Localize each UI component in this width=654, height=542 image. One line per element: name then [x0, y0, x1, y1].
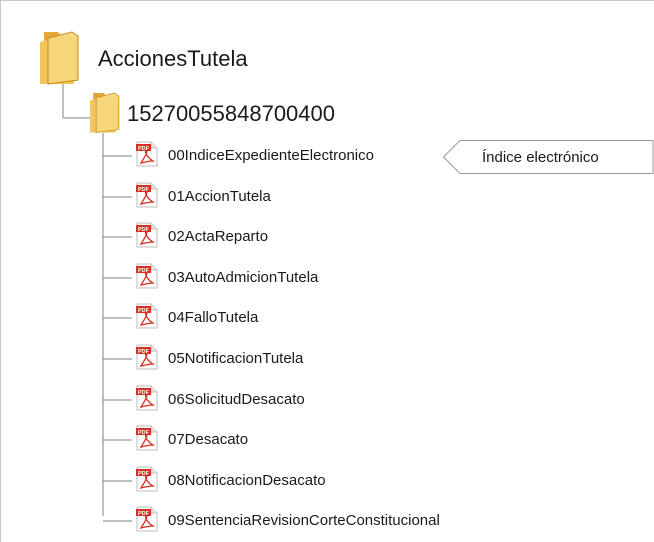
pdf-badge: PDF — [138, 430, 150, 436]
file-label[interactable]: 06SolicitudDesacato — [168, 392, 305, 407]
pdf-icon: PDF — [136, 222, 158, 248]
pdf-badge: PDF — [138, 511, 150, 517]
pdf-badge: PDF — [138, 349, 150, 355]
pdf-badge: PDF — [138, 227, 150, 233]
pdf-icon: PDF — [136, 385, 158, 411]
file-label[interactable]: 09SentenciaRevisionCorteConstitucional — [168, 513, 440, 528]
subfolder-label[interactable]: 15270055848700400 — [127, 103, 335, 125]
file-label[interactable]: 04FalloTutela — [168, 310, 258, 325]
pdf-badge: PDF — [138, 187, 150, 193]
pdf-badge: PDF — [138, 146, 150, 152]
file-label[interactable]: 08NotificacionDesacato — [168, 473, 326, 488]
file-label[interactable]: 05NotificacionTutela — [168, 351, 303, 366]
callout-label: Índice electrónico — [482, 149, 599, 166]
file-label[interactable]: 07Desacato — [168, 432, 248, 447]
pdf-icon: PDF — [136, 506, 158, 532]
pdf-icon: PDF — [136, 425, 158, 451]
file-label[interactable]: 03AutoAdmicionTutela — [168, 270, 318, 285]
folder-icon — [40, 31, 79, 85]
pdf-badge: PDF — [138, 471, 150, 477]
pdf-icon: PDF — [136, 263, 158, 289]
pdf-icon: PDF — [136, 466, 158, 492]
pdf-icon: PDF — [136, 344, 158, 370]
file-label[interactable]: 00IndiceExpedienteElectronico — [168, 148, 374, 163]
pdf-badge: PDF — [138, 268, 150, 274]
file-label[interactable]: 02ActaReparto — [168, 229, 268, 244]
file-branch-lines — [103, 155, 132, 522]
pdf-icon: PDF — [136, 303, 158, 329]
tree-connectors — [62, 80, 132, 522]
file-label[interactable]: 01AccionTutela — [168, 189, 271, 204]
root-folder-label[interactable]: AccionesTutela — [98, 48, 248, 70]
pdf-badge: PDF — [138, 390, 150, 396]
pdf-icon: PDF — [136, 141, 158, 167]
pdf-icon: PDF — [136, 182, 158, 208]
folder-icon — [90, 92, 120, 133]
pdf-badge: PDF — [138, 308, 150, 314]
